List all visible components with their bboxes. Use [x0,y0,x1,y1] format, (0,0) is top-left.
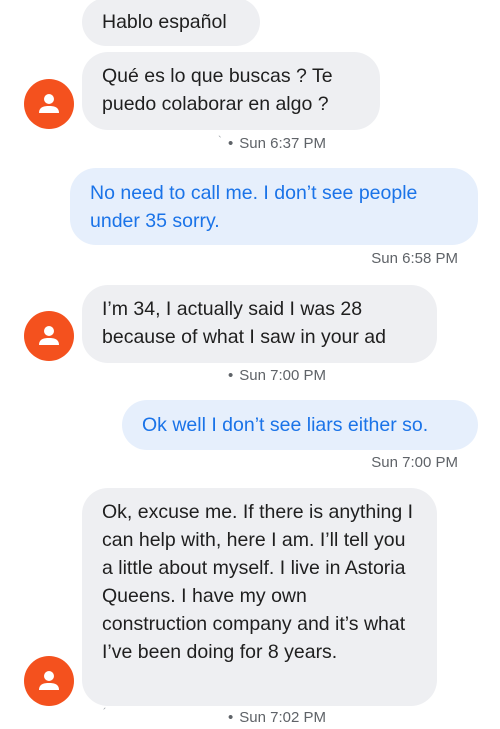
person-icon [39,671,59,690]
person-icon [39,94,59,113]
message-timestamp: Sun 7:00 PM [371,454,458,471]
outgoing-message-bubble[interactable]: No need to call me. I don’t see people u… [70,168,478,245]
contact-avatar[interactable] [24,656,74,706]
message-text: Ok, excuse me. If there is anything I ca… [102,501,414,663]
message-text: No need to call me. I don’t see people u… [90,182,418,232]
contact-avatar[interactable] [24,311,74,361]
message-text: I’m 34, I actually said I was 28 because… [102,298,386,348]
message-timestamp: • Sun 7:02 PM [228,709,326,726]
incoming-message-bubble[interactable]: Qué es lo que buscas ? Te puedo colabora… [82,52,380,130]
message-text: Hablo español [102,11,227,33]
message-timestamp: • Sun 6:37 PM [228,135,326,152]
incoming-message-bubble[interactable]: Ok, excuse me. If there is anything I ca… [82,488,437,706]
incoming-message-bubble[interactable]: Hablo español [82,0,260,46]
incoming-message-bubble[interactable]: I’m 34, I actually said I was 28 because… [82,285,437,363]
outgoing-message-bubble[interactable]: Ok well I don’t see liars either so. [122,400,478,450]
message-timestamp: Sun 6:58 PM [371,250,458,267]
tail-mark: ´ [103,707,107,719]
tail-mark: ` [218,135,222,147]
message-text: Qué es lo que buscas ? Te puedo colabora… [102,65,333,115]
contact-avatar[interactable] [24,79,74,129]
message-timestamp: • Sun 7:00 PM [228,367,326,384]
person-icon [39,326,59,345]
message-text: Ok well I don’t see liars either so. [142,414,429,436]
